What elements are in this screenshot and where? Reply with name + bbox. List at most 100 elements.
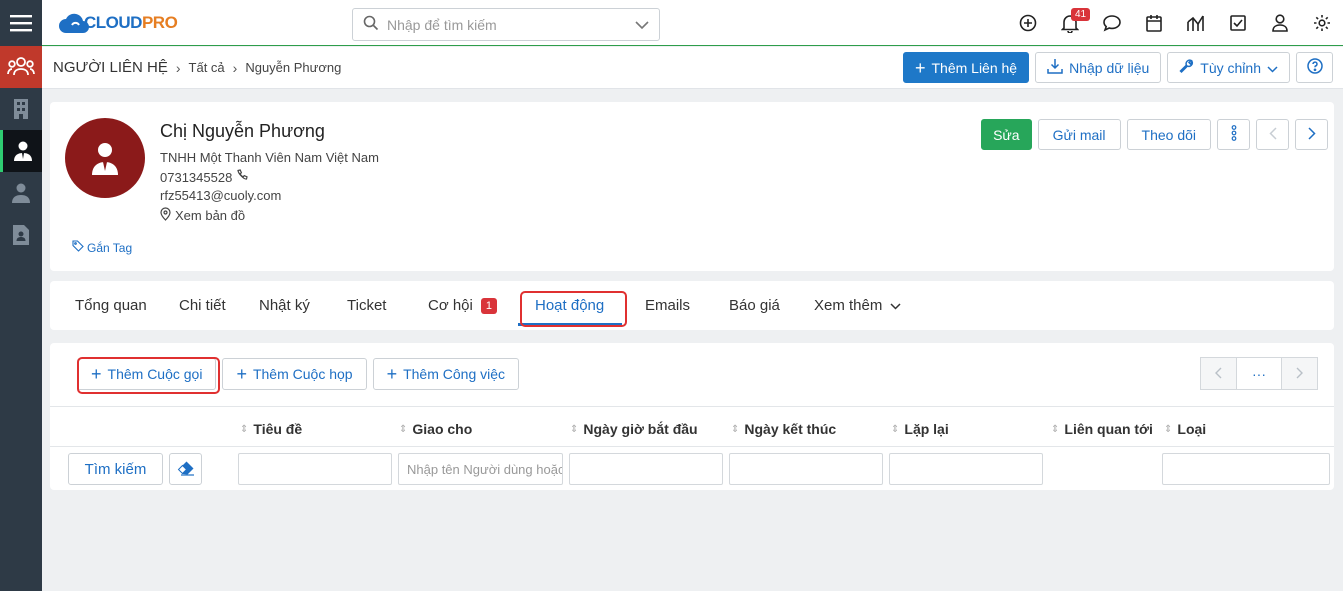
next-record-button[interactable]	[1295, 119, 1328, 150]
menu-icon[interactable]	[0, 0, 42, 46]
notification-count-badge: 41	[1071, 8, 1091, 21]
tab-label: Nhật ký	[259, 297, 310, 314]
tab-history[interactable]: Nhật ký	[259, 297, 310, 314]
add-meeting-button[interactable]: + Thêm Cuộc họp	[222, 358, 367, 390]
tab-opportunities[interactable]: Cơ hội 1	[428, 297, 497, 314]
column-label: Lặp lại	[904, 421, 949, 437]
column-type[interactable]: ⇕ Loại	[1164, 421, 1206, 437]
pagination: ···	[1200, 357, 1318, 390]
add-circle-icon[interactable]	[1007, 0, 1049, 46]
breadcrumb-filter[interactable]: Tất cả	[189, 60, 225, 75]
column-title[interactable]: ⇕ Tiêu đề	[240, 421, 302, 437]
map-pin-icon	[160, 207, 171, 224]
help-button[interactable]	[1296, 52, 1333, 83]
contact-phone[interactable]: 0731345528	[160, 169, 249, 185]
repeat-filter-input[interactable]	[889, 453, 1043, 485]
chevron-right-icon	[1307, 126, 1316, 143]
breadcrumb: NGƯỜI LIÊN HỆ › Tất cả › Nguyễn Phương	[53, 59, 341, 76]
question-circle-icon	[1306, 58, 1323, 77]
map-text: Xem bản đồ	[175, 208, 246, 223]
tab-label: Emails	[645, 297, 691, 314]
view-map-link[interactable]: Xem bản đồ	[160, 207, 245, 224]
edit-label: Sửa	[993, 126, 1020, 143]
add-task-button[interactable]: + Thêm Công việc	[372, 358, 520, 390]
column-end-date[interactable]: ⇕ Ngày kết thúc	[731, 421, 836, 437]
type-filter-input[interactable]	[1162, 453, 1330, 485]
column-label: Ngày kết thúc	[744, 421, 837, 437]
contacts-group-icon[interactable]	[0, 46, 42, 88]
ellipsis-icon: ···	[1252, 365, 1266, 382]
send-mail-button[interactable]: Gửi mail	[1037, 119, 1121, 150]
more-options-button[interactable]	[1217, 119, 1250, 150]
add-contact-button[interactable]: + Thêm Liên hệ	[902, 52, 1030, 83]
task-checkbox-icon[interactable]	[1217, 0, 1259, 46]
column-label: Liên quan tới	[1064, 421, 1153, 437]
tab-details[interactable]: Chi tiết	[179, 297, 226, 314]
column-label: Tiêu đề	[253, 421, 303, 437]
sub-header: NGƯỜI LIÊN HỆ › Tất cả › Nguyễn Phương +…	[42, 47, 1343, 89]
tab-more[interactable]: Xem thêm	[814, 297, 901, 314]
assignee-filter-input[interactable]: Nhập tên Người dùng hoặc	[398, 453, 563, 485]
company-text: TNHH Một Thanh Viên Nam Việt Nam	[160, 150, 379, 165]
profile-icon[interactable]	[1259, 0, 1301, 46]
next-page-button[interactable]	[1281, 357, 1318, 390]
tab-label: Cơ hội	[428, 297, 473, 314]
building-icon[interactable]	[0, 88, 42, 130]
chat-bubble-icon[interactable]	[1091, 0, 1133, 46]
send-mail-label: Gửi mail	[1052, 126, 1106, 143]
notification-bell-icon[interactable]: 41	[1049, 0, 1091, 46]
wrench-icon	[1179, 58, 1194, 77]
contact-company: TNHH Một Thanh Viên Nam Việt Nam	[160, 150, 379, 165]
column-assignee[interactable]: ⇕ Giao cho	[399, 421, 472, 437]
vertical-dots-icon	[1231, 125, 1237, 144]
previous-page-button[interactable]	[1200, 357, 1237, 390]
contact-person-icon[interactable]	[0, 130, 42, 172]
tab-label: Xem thêm	[814, 297, 883, 314]
tab-overview[interactable]: Tổng quan	[75, 297, 147, 314]
title-filter-input[interactable]	[238, 453, 392, 485]
logo-text-cloud: CLOUD	[84, 13, 142, 32]
customize-dropdown-button[interactable]: Tùy chỉnh	[1167, 52, 1290, 83]
analytics-chart-icon[interactable]	[1175, 0, 1217, 46]
tab-label: Ticket	[347, 297, 387, 314]
add-tag-link[interactable]: Gắn Tag	[72, 240, 132, 255]
search-button[interactable]: Tìm kiếm	[68, 453, 163, 485]
end-date-filter-input[interactable]	[729, 453, 883, 485]
column-start-datetime[interactable]: ⇕ Ngày giờ bắt đầu	[570, 421, 698, 437]
previous-record-button[interactable]	[1256, 119, 1289, 150]
user-icon[interactable]	[0, 172, 42, 214]
import-data-label: Nhập dữ liệu	[1069, 59, 1150, 76]
search-placeholder: Nhập để tìm kiếm	[387, 16, 497, 33]
chevron-right-icon: ›	[175, 59, 181, 76]
breadcrumb-module[interactable]: NGƯỜI LIÊN HỆ	[53, 59, 168, 76]
activities-panel: + Thêm Cuộc gọi + Thêm Cuộc họp + Thêm C…	[50, 343, 1334, 490]
tab-ticket[interactable]: Ticket	[347, 297, 386, 314]
column-label: Giao cho	[412, 421, 473, 437]
column-related-to[interactable]: ⇕ Liên quan tới	[1051, 421, 1153, 437]
contact-email[interactable]: rfz55413@cuoly.com	[160, 188, 281, 203]
follow-button[interactable]: Theo dõi	[1126, 119, 1211, 150]
import-data-button[interactable]: Nhập dữ liệu	[1035, 52, 1162, 83]
tab-quotes[interactable]: Báo giá	[729, 297, 780, 314]
app-logo[interactable]: CLOUDPRO	[58, 11, 178, 35]
clear-filter-button[interactable]	[169, 453, 202, 485]
eraser-icon	[177, 460, 195, 479]
chevron-left-icon	[1215, 366, 1222, 382]
highlight-box	[77, 357, 220, 394]
page-options-button[interactable]: ···	[1237, 357, 1281, 390]
column-repeat[interactable]: ⇕ Lặp lại	[891, 421, 949, 437]
settings-gear-icon[interactable]	[1301, 0, 1343, 46]
sort-icon: ⇕	[240, 423, 249, 435]
tab-emails[interactable]: Emails	[645, 297, 690, 314]
record-tabs: Tổng quan Chi tiết Nhật ký Ticket Cơ hội…	[50, 281, 1334, 330]
chevron-down-icon	[1267, 60, 1278, 76]
document-person-icon[interactable]	[0, 214, 42, 256]
sort-icon: ⇕	[891, 423, 900, 435]
edit-button[interactable]: Sửa	[981, 119, 1032, 150]
filter-row: Tìm kiếm Nhập tên Người dùng hoặc	[50, 448, 1334, 490]
chevron-down-icon[interactable]	[635, 17, 649, 33]
global-search-input[interactable]: Nhập để tìm kiếm	[352, 8, 660, 41]
tab-label: Báo giá	[729, 297, 780, 314]
calendar-icon[interactable]	[1133, 0, 1175, 46]
start-date-filter-input[interactable]	[569, 453, 723, 485]
